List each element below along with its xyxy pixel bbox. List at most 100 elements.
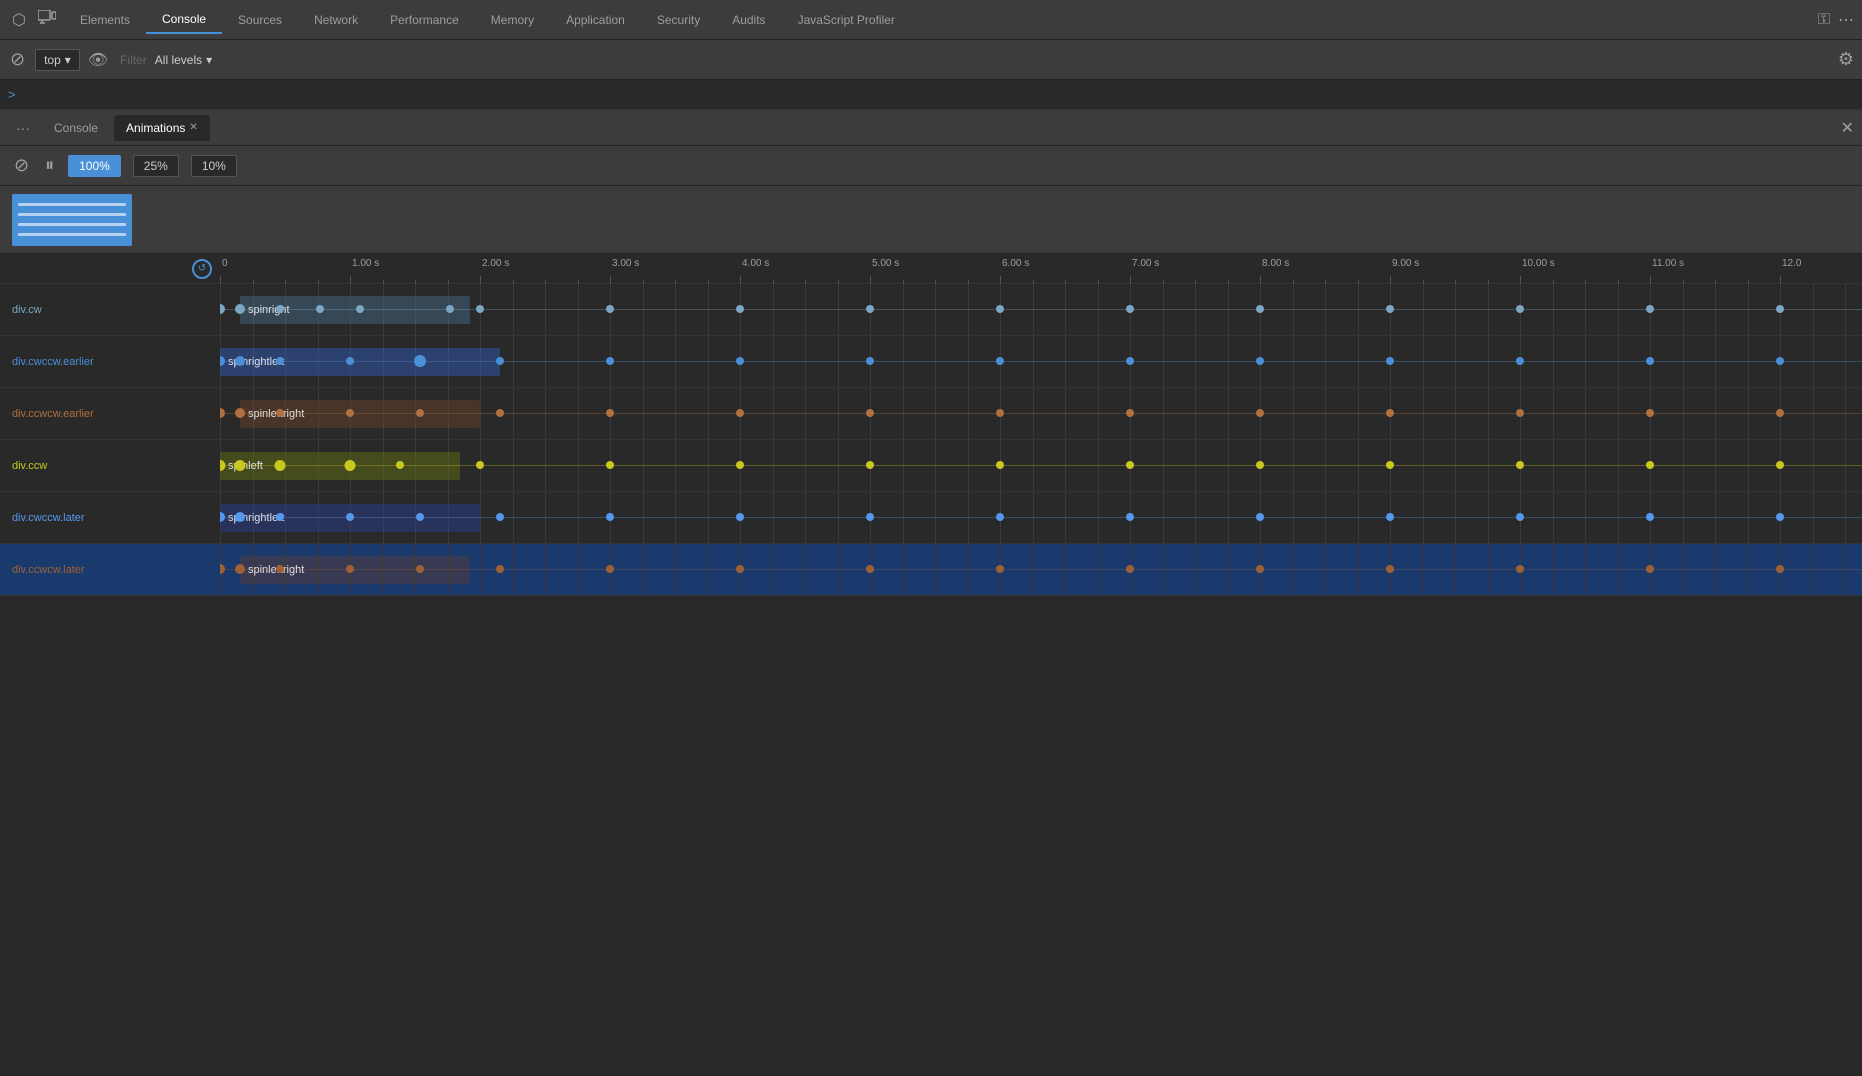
row-cwccw-earlier-dot-2 bbox=[276, 357, 284, 365]
console-panel-label: Console bbox=[54, 121, 98, 135]
row-cw-dot-10 bbox=[996, 305, 1004, 313]
row-ccwcw-later-dot-6 bbox=[606, 565, 614, 573]
row-ccwcw-earlier-dot-7 bbox=[736, 409, 744, 417]
log-level-selector[interactable]: All levels ▾ bbox=[155, 53, 212, 67]
row-cw[interactable]: div.cw spinright bbox=[0, 284, 1862, 336]
anim-controls: ⊘ ⏸ 100% 25% 10% bbox=[0, 146, 1862, 186]
row-ccwcw-later-dot-3 bbox=[346, 565, 354, 573]
anim-thumbnail[interactable] bbox=[12, 194, 132, 246]
row-ccw-dot-8 bbox=[866, 461, 874, 469]
row-cw-dot-2 bbox=[276, 305, 284, 313]
row-cwccw-earlier-bar: spinrightleft bbox=[220, 348, 500, 376]
row-cw-bar: spinright bbox=[240, 296, 470, 324]
row-cwccw-later-dot-7 bbox=[736, 513, 744, 521]
row-ccwcw-later[interactable]: div.ccwcw.laterspinleftright bbox=[0, 544, 1862, 596]
row-ccwcw-later-dot-7 bbox=[736, 565, 744, 573]
tab-js-profiler[interactable]: JavaScript Profiler bbox=[782, 7, 911, 33]
tab-audits[interactable]: Audits bbox=[716, 7, 781, 33]
row-cwccw-later-dot-2 bbox=[276, 513, 284, 521]
timeline-spacer: ↺ bbox=[0, 259, 220, 279]
speed-25-button[interactable]: 25% bbox=[133, 155, 179, 177]
filter-placeholder: Filter bbox=[120, 53, 147, 67]
tab-memory[interactable]: Memory bbox=[475, 7, 550, 33]
row-cw-dot-4 bbox=[356, 305, 364, 313]
animations-tab-close[interactable]: ✕ bbox=[189, 122, 197, 133]
replay-icon[interactable]: ↺ bbox=[192, 259, 212, 279]
eye-icon[interactable]: 👁 bbox=[88, 50, 108, 70]
row-ccw-dot-1 bbox=[235, 460, 246, 471]
log-level-arrow: ▾ bbox=[206, 53, 212, 67]
row-cwccw-earlier-dot-9 bbox=[996, 357, 1004, 365]
anim-preview-area bbox=[0, 186, 1862, 254]
row-cwccw-earlier-dot-3 bbox=[346, 357, 354, 365]
row-cwccw-earlier-dot-4 bbox=[414, 355, 426, 367]
row-cwccw-later-dot-11 bbox=[1256, 513, 1264, 521]
context-dropdown-icon: ▾ bbox=[65, 53, 71, 67]
row-cwccw-later-dot-14 bbox=[1646, 513, 1654, 521]
more-options-icon[interactable]: ⋯ bbox=[1838, 10, 1854, 30]
row-cw-dot-9 bbox=[866, 305, 874, 313]
timeline-header: ↺ 01.00 s2.00 s3.00 s4.00 s5.00 s6.00 s7… bbox=[0, 254, 1862, 284]
speed-10-button[interactable]: 10% bbox=[191, 155, 237, 177]
row-cw-dot-11 bbox=[1126, 305, 1134, 313]
row-ccwcw-earlier-dot-5 bbox=[496, 409, 504, 417]
row-cwccw-later-dot-6 bbox=[606, 513, 614, 521]
row-ccwcw-later-dot-2 bbox=[276, 565, 284, 573]
tab-performance[interactable]: Performance bbox=[374, 7, 475, 33]
cursor-icon[interactable]: ⬡ bbox=[8, 6, 30, 34]
tab-elements[interactable]: Elements bbox=[64, 7, 146, 33]
console-prompt: > bbox=[8, 87, 16, 102]
row-ccwcw-earlier[interactable]: div.ccwcw.earlierspinleftright bbox=[0, 388, 1862, 440]
row-ccw-label: div.ccw bbox=[0, 460, 220, 472]
settings-icon[interactable]: ⚙ bbox=[1838, 49, 1854, 70]
row-ccwcw-later-dot-1 bbox=[235, 564, 245, 574]
tab-sources[interactable]: Sources bbox=[222, 7, 298, 33]
row-cwccw-earlier[interactable]: div.cwccw.earlierspinrightleft bbox=[0, 336, 1862, 388]
block-icon[interactable]: ⊘ bbox=[8, 47, 27, 72]
row-ccwcw-earlier-label: div.ccwcw.earlier bbox=[0, 408, 220, 420]
row-cwccw-later-dot-4 bbox=[416, 513, 424, 521]
row-cw-dot-15 bbox=[1646, 305, 1654, 313]
stop-animation-button[interactable]: ⊘ bbox=[12, 153, 31, 178]
device-icon[interactable] bbox=[34, 6, 60, 33]
row-cwccw-earlier-dot-5 bbox=[496, 357, 504, 365]
row-cw-dot-8 bbox=[736, 305, 744, 313]
more-panels-button[interactable]: ··· bbox=[8, 116, 38, 140]
row-cw-label: div.cw bbox=[0, 304, 220, 316]
row-ccwcw-later-bar: spinleftright bbox=[240, 556, 470, 584]
animations-panel-label: Animations bbox=[126, 121, 185, 135]
tab-animations-panel[interactable]: Animations ✕ bbox=[114, 115, 210, 141]
thumb-line-1 bbox=[18, 203, 126, 206]
row-ccwcw-earlier-dot-6 bbox=[606, 409, 614, 417]
tab-network[interactable]: Network bbox=[298, 7, 374, 33]
row-cwccw-later[interactable]: div.cwccw.laterspinrightleft bbox=[0, 492, 1862, 544]
tab-application[interactable]: Application bbox=[550, 7, 641, 33]
row-cwccw-later-dot-5 bbox=[496, 513, 504, 521]
row-cw-dot-6 bbox=[476, 305, 484, 313]
panel-close-button[interactable]: ✕ bbox=[1841, 118, 1854, 138]
row-ccwcw-earlier-dot-12 bbox=[1386, 409, 1394, 417]
row-cwccw-earlier-dot-6 bbox=[606, 357, 614, 365]
row-cwccw-later-track: spinrightleft bbox=[220, 492, 1862, 543]
tab-console-panel[interactable]: Console bbox=[42, 115, 110, 141]
timeline-ruler: 01.00 s2.00 s3.00 s4.00 s5.00 s6.00 s7.0… bbox=[220, 254, 1862, 284]
row-ccwcw-later-dot-4 bbox=[416, 565, 424, 573]
row-ccw-dot-5 bbox=[476, 461, 484, 469]
row-cwccw-earlier-label: div.cwccw.earlier bbox=[0, 356, 220, 368]
row-ccwcw-later-track: spinleftright bbox=[220, 544, 1862, 595]
context-selector[interactable]: top ▾ bbox=[35, 49, 80, 71]
thumb-line-3 bbox=[18, 223, 126, 226]
tab-security[interactable]: Security bbox=[641, 7, 716, 33]
row-ccwcw-later-dot-8 bbox=[866, 565, 874, 573]
row-cwccw-earlier-dot-12 bbox=[1386, 357, 1394, 365]
row-ccw-dot-12 bbox=[1386, 461, 1394, 469]
row-cwccw-earlier-dot-13 bbox=[1516, 357, 1524, 365]
pause-animation-button[interactable]: ⏸ bbox=[43, 153, 56, 178]
row-cw-dot-3 bbox=[316, 305, 324, 313]
row-cw-dot-7 bbox=[606, 305, 614, 313]
tab-console[interactable]: Console bbox=[146, 6, 222, 34]
row-ccw-dot-11 bbox=[1256, 461, 1264, 469]
row-ccw[interactable]: div.ccwspinleft bbox=[0, 440, 1862, 492]
speed-100-button[interactable]: 100% bbox=[68, 155, 121, 177]
remote-devices-icon[interactable]: ⚿ bbox=[1818, 11, 1830, 29]
